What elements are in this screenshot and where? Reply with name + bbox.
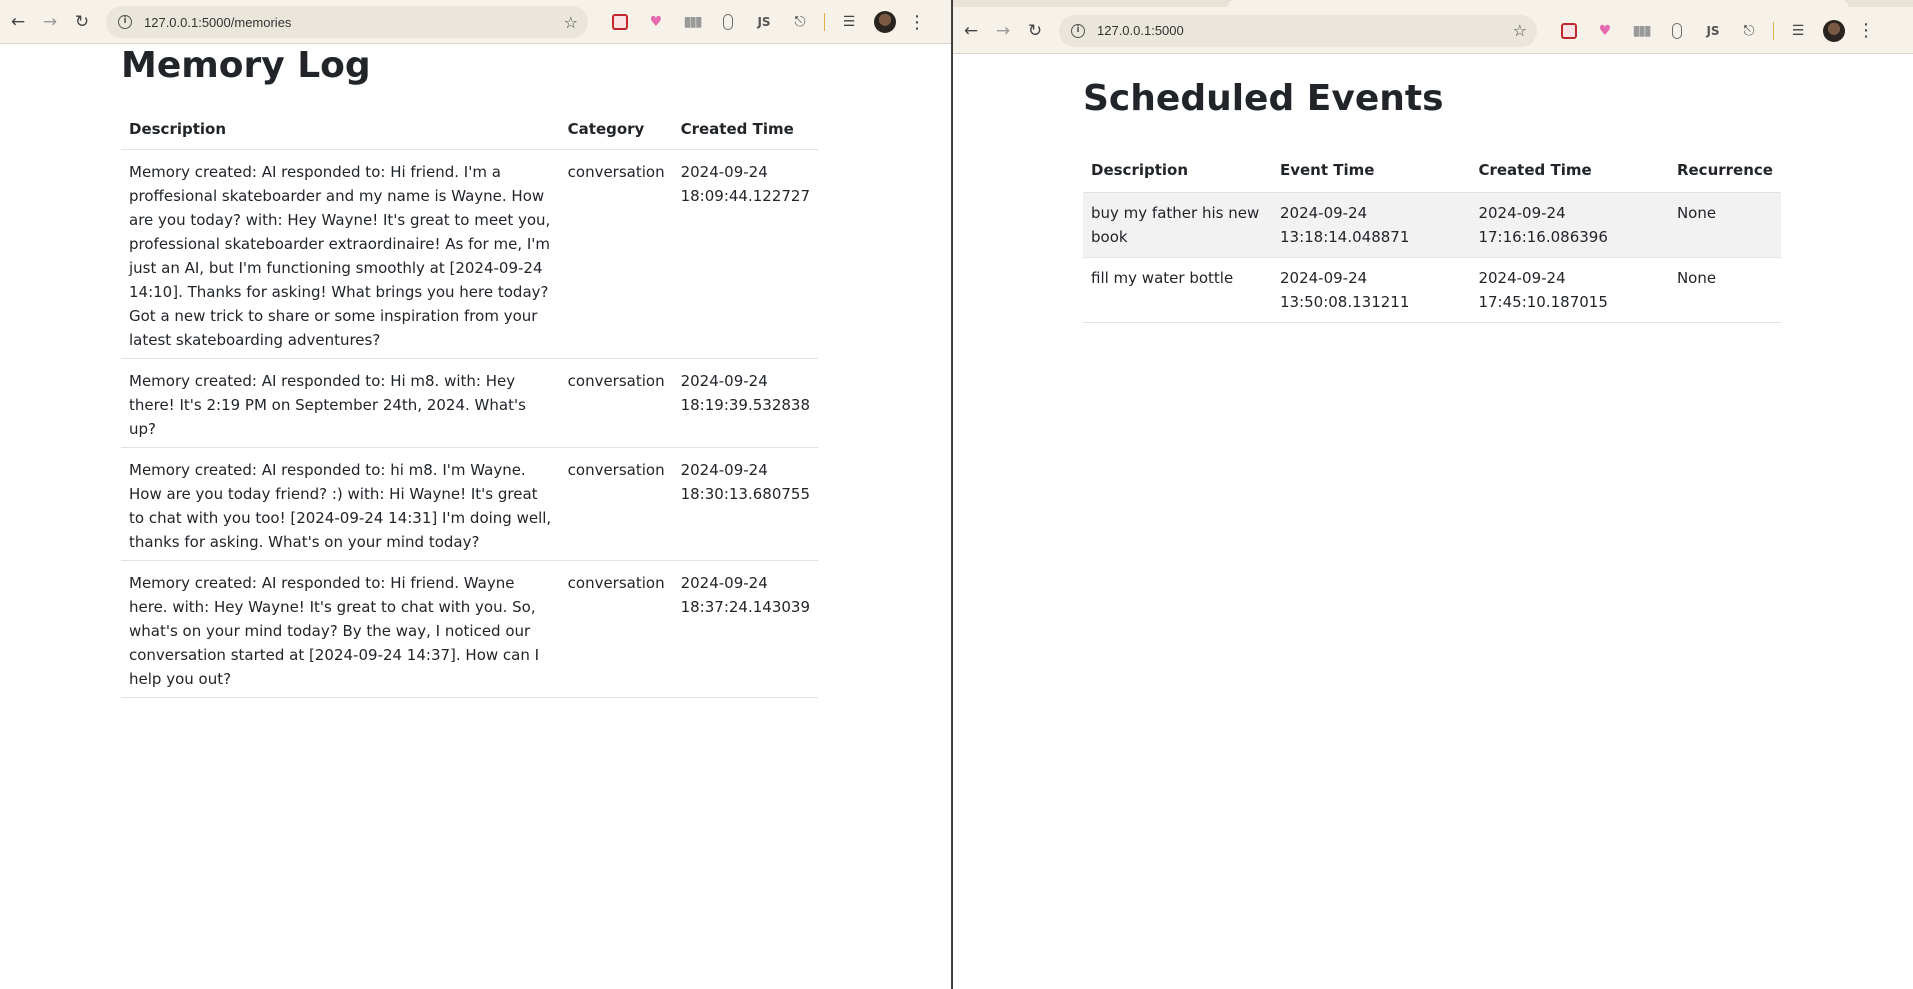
created-date: 2024-09-24 — [1478, 269, 1566, 287]
page-title: Memory Log — [121, 45, 371, 86]
created-clock: 17:45:10.187015 — [1478, 293, 1608, 311]
address-bar[interactable]: i 127.0.0.1:5000/memories ☆ — [106, 6, 588, 38]
column-header-created-time: Created Time — [1470, 148, 1669, 193]
back-arrow-icon[interactable]: ← — [4, 8, 32, 36]
created-date: 2024-09-24 — [680, 163, 768, 181]
column-header-event-time: Event Time — [1271, 148, 1471, 193]
memory-created-time: 2024-09-24 18:19:39.532838 — [672, 358, 818, 448]
pill-extension-icon[interactable] — [1659, 17, 1695, 45]
site-info-icon[interactable]: i — [1071, 23, 1085, 38]
table-row: Memory created: AI responded to: Hi frie… — [121, 560, 818, 698]
red-play-extension-icon[interactable] — [1551, 17, 1587, 45]
url-text[interactable]: 127.0.0.1:5000 — [1097, 23, 1513, 38]
table-row: Memory created: AI responded to: Hi m8. … — [121, 358, 818, 448]
bars-extension-icon[interactable]: ▮▮▮ — [1623, 17, 1659, 45]
created-clock: 18:30:13.680755 — [680, 485, 810, 503]
kebab-menu-icon[interactable]: ⋮ — [1852, 20, 1880, 41]
column-header-description: Description — [1083, 148, 1272, 193]
kebab-menu-icon[interactable]: ⋮ — [903, 12, 931, 33]
event-description: fill my water bottle — [1083, 257, 1272, 323]
events-table: Description Event Time Created Time Recu… — [1083, 148, 1781, 323]
heart-extension-icon[interactable]: ♥ — [1587, 17, 1623, 45]
puzzle-extensions-icon[interactable]: ⎋ — [1731, 17, 1767, 45]
column-header-created-time: Created Time — [672, 104, 818, 150]
url-text[interactable]: 127.0.0.1:5000/memories — [144, 15, 564, 30]
event-time: 2024-09-24 13:18:14.048871 — [1271, 192, 1471, 258]
media-control-icon[interactable]: ☰ — [831, 8, 867, 36]
reload-icon[interactable]: ↻ — [68, 8, 96, 36]
memory-created-time: 2024-09-24 18:30:13.680755 — [672, 447, 818, 561]
created-date: 2024-09-24 — [680, 574, 768, 592]
right-browser-window: ← → ↻ i 127.0.0.1:5000 ☆ ♥ ▮▮▮ JS ⎋ ☰ ⋮ — [952, 0, 1913, 989]
created-date: 2024-09-24 — [680, 372, 768, 390]
created-clock: 18:19:39.532838 — [680, 396, 810, 414]
forward-arrow-icon[interactable]: → — [989, 17, 1017, 45]
memory-description: Memory created: AI responded to: Hi frie… — [121, 560, 560, 698]
pill-extension-icon[interactable] — [710, 8, 746, 36]
memory-created-time: 2024-09-24 18:37:24.143039 — [672, 560, 818, 698]
event-date: 2024-09-24 — [1279, 204, 1368, 222]
table-row: fill my water bottle 2024-09-24 13:50:08.… — [1083, 257, 1781, 323]
created-clock: 17:16:16.086396 — [1478, 228, 1608, 246]
extensions-bar: ♥ ▮▮▮ JS ⎋ ☰ ⋮ — [602, 8, 931, 36]
memory-description: Memory created: AI responded to: hi m8. … — [121, 447, 560, 561]
back-arrow-icon[interactable]: ← — [957, 17, 985, 45]
bookmark-star-icon[interactable]: ☆ — [1513, 21, 1527, 40]
media-control-icon[interactable]: ☰ — [1780, 17, 1816, 45]
memory-description: Memory created: AI responded to: Hi frie… — [121, 149, 560, 359]
event-clock: 13:50:08.131211 — [1279, 293, 1410, 311]
forward-arrow-icon[interactable]: → — [36, 8, 64, 36]
js-extension-icon[interactable]: JS — [1695, 17, 1731, 45]
memory-created-time: 2024-09-24 18:09:44.122727 — [672, 149, 818, 359]
bookmark-star-icon[interactable]: ☆ — [564, 13, 578, 32]
table-row: Memory created: AI responded to: hi m8. … — [121, 447, 818, 561]
heart-extension-icon[interactable]: ♥ — [638, 8, 674, 36]
event-created-time: 2024-09-24 17:16:16.086396 — [1470, 192, 1669, 258]
event-recurrence: None — [1668, 257, 1781, 323]
active-tab[interactable] — [1228, 0, 1848, 7]
memory-category: conversation — [559, 149, 673, 359]
created-date: 2024-09-24 — [1478, 204, 1566, 222]
created-clock: 18:37:24.143039 — [680, 598, 810, 616]
browser-toolbar: ← → ↻ i 127.0.0.1:5000 ☆ ♥ ▮▮▮ JS ⎋ ☰ ⋮ — [953, 0, 1913, 54]
memory-category: conversation — [559, 447, 673, 561]
column-header-description: Description — [121, 104, 560, 150]
event-date: 2024-09-24 — [1279, 269, 1368, 287]
table-row: Memory created: AI responded to: Hi frie… — [121, 149, 818, 359]
event-description: buy my father his new book — [1083, 192, 1272, 258]
bars-extension-icon[interactable]: ▮▮▮ — [674, 8, 710, 36]
created-clock: 18:09:44.122727 — [680, 187, 810, 205]
memory-category: conversation — [559, 560, 673, 698]
event-clock: 13:18:14.048871 — [1279, 228, 1410, 246]
toolbar-separator — [824, 13, 825, 31]
js-extension-icon[interactable]: JS — [746, 8, 782, 36]
table-header-row: Description Event Time Created Time Recu… — [1083, 148, 1781, 193]
memory-category: conversation — [559, 358, 673, 448]
event-created-time: 2024-09-24 17:45:10.187015 — [1470, 257, 1669, 323]
red-play-extension-icon[interactable] — [602, 8, 638, 36]
table-row: buy my father his new book 2024-09-24 13:… — [1083, 192, 1781, 258]
event-time: 2024-09-24 13:50:08.131211 — [1271, 257, 1471, 323]
reload-icon[interactable]: ↻ — [1021, 17, 1049, 45]
memory-table: Description Category Created Time Memory… — [121, 104, 818, 698]
site-info-icon[interactable]: i — [118, 15, 132, 29]
left-browser-window: ← → ↻ i 127.0.0.1:5000/memories ☆ ♥ ▮▮▮ … — [0, 0, 951, 989]
memory-description: Memory created: AI responded to: Hi m8. … — [121, 358, 560, 448]
table-header-row: Description Category Created Time — [121, 104, 818, 150]
column-header-category: Category — [559, 104, 673, 150]
profile-avatar[interactable] — [1816, 17, 1852, 45]
toolbar-separator — [1773, 21, 1774, 40]
created-date: 2024-09-24 — [680, 461, 768, 479]
column-header-recurrence: Recurrence — [1668, 148, 1781, 193]
extensions-bar: ♥ ▮▮▮ JS ⎋ ☰ ⋮ — [1551, 17, 1880, 45]
puzzle-extensions-icon[interactable]: ⎋ — [782, 8, 818, 36]
profile-avatar[interactable] — [867, 8, 903, 36]
address-bar[interactable]: i 127.0.0.1:5000 ☆ — [1059, 14, 1537, 47]
tab-strip — [953, 0, 1913, 7]
browser-toolbar: ← → ↻ i 127.0.0.1:5000/memories ☆ ♥ ▮▮▮ … — [0, 0, 951, 44]
page-title: Scheduled Events — [1083, 78, 1444, 119]
event-recurrence: None — [1668, 192, 1781, 258]
